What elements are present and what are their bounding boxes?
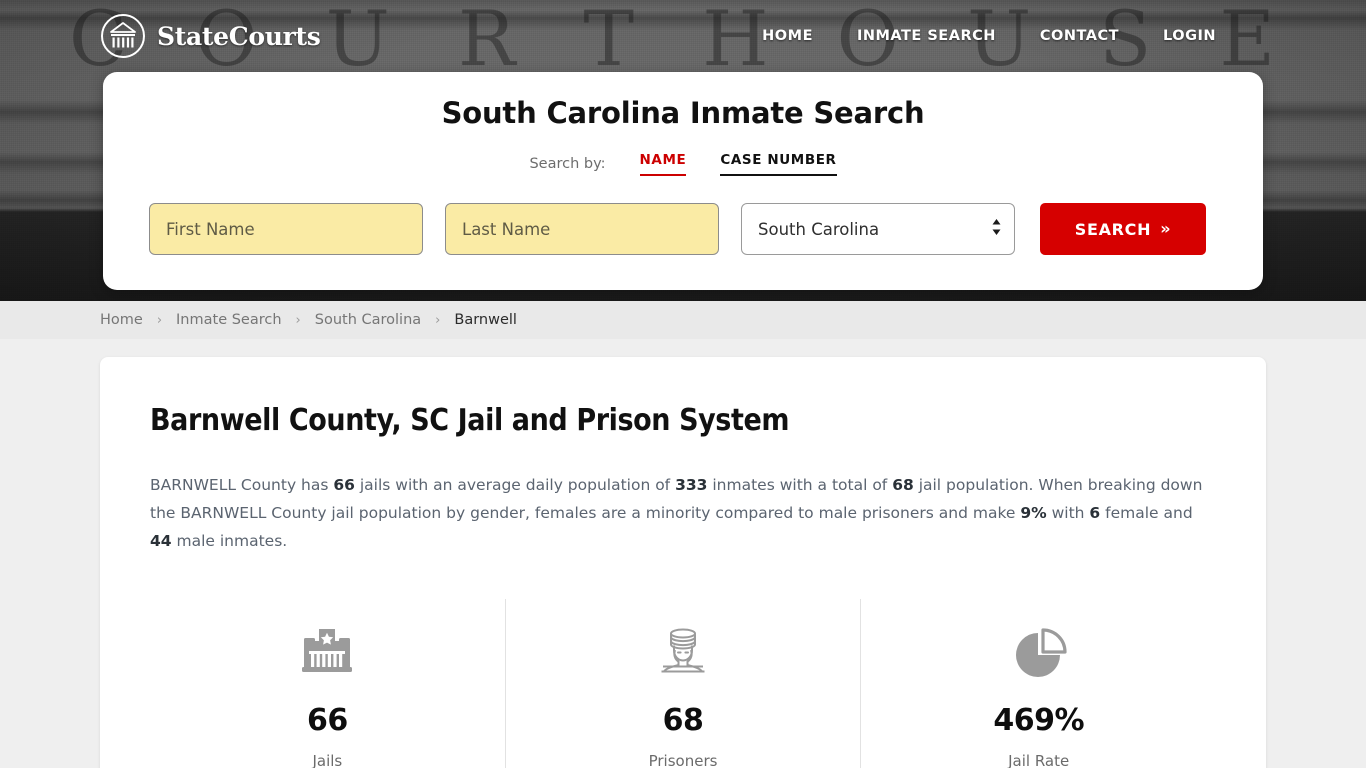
nav-link-inmate-search[interactable]: INMATE SEARCH: [857, 28, 996, 44]
stat-value-prisoners: 68: [662, 703, 704, 738]
state-select-wrapper: South Carolina: [741, 203, 1015, 255]
breadcrumb-item-home[interactable]: Home: [100, 312, 143, 328]
prisoner-icon: [506, 619, 861, 685]
intro-text: with: [1046, 504, 1090, 522]
search-button-label: SEARCH: [1074, 219, 1152, 239]
tab-name[interactable]: NAME: [639, 152, 687, 176]
breadcrumb-item-south-carolina[interactable]: South Carolina: [315, 312, 421, 328]
stat-value-jails: 66: [306, 703, 348, 738]
breadcrumb-separator-icon: ›: [295, 312, 301, 328]
intro-text: female and: [1100, 504, 1193, 522]
breadcrumb: Home › Inmate Search › South Carolina › …: [0, 301, 1366, 339]
stat-label-jails: Jails: [312, 752, 343, 768]
nav-link-contact[interactable]: CONTACT: [1040, 28, 1119, 44]
first-name-input[interactable]: [149, 203, 423, 255]
top-navigation-bar: StateCourts HOME INMATE SEARCH CONTACT L…: [0, 0, 1366, 72]
last-name-input[interactable]: [445, 203, 719, 255]
page-title: Barnwell County, SC Jail and Prison Syst…: [150, 403, 790, 438]
search-by-tabs: Search by: NAME CASE NUMBER: [149, 152, 1217, 176]
intro-daily-population: 333: [675, 476, 708, 494]
content-area: Barnwell County, SC Jail and Prison Syst…: [0, 339, 1366, 768]
stat-value-jail-rate: 469%: [993, 703, 1085, 738]
intro-text: inmates with a total of: [707, 476, 893, 494]
brand-name: StateCourts: [157, 21, 321, 51]
intro-text: jails with an average daily population o…: [354, 476, 676, 494]
breadcrumb-separator-icon: ›: [156, 312, 163, 328]
stat-label-prisoners: Prisoners: [648, 752, 718, 768]
county-info-card: Barnwell County, SC Jail and Prison Syst…: [100, 357, 1266, 768]
stats-row: 66 Jails 68 Prisoners 469% Jail Rate: [150, 599, 1216, 768]
search-form: South Carolina SEARCH »: [149, 203, 1217, 255]
stat-prisoners: 68 Prisoners: [504, 599, 861, 768]
intro-text: male inmates.: [171, 532, 288, 550]
intro-female-percent: 9%: [1020, 504, 1047, 522]
breadcrumb-item-barnwell: Barnwell: [454, 312, 517, 328]
breadcrumb-item-inmate-search[interactable]: Inmate Search: [176, 312, 282, 328]
nav-link-login[interactable]: LOGIN: [1163, 28, 1216, 44]
intro-female-count: 6: [1089, 504, 1101, 522]
county-intro-paragraph: BARNWELL County has 66 jails with an ave…: [150, 471, 1216, 555]
inmate-search-card: South Carolina Inmate Search Search by: …: [103, 72, 1263, 290]
main-nav: HOME INMATE SEARCH CONTACT LOGIN: [762, 28, 1216, 44]
nav-link-home[interactable]: HOME: [762, 28, 813, 44]
courthouse-circle-logo-icon: [100, 13, 146, 59]
jail-building-icon: [150, 619, 505, 685]
intro-total-population: 68: [892, 476, 914, 494]
intro-jails-count: 66: [333, 476, 355, 494]
breadcrumb-separator-icon: ›: [435, 312, 441, 328]
stat-jails: 66 Jails: [150, 599, 505, 768]
search-by-label: Search by:: [529, 156, 606, 172]
double-chevron-right-icon: »: [1160, 219, 1172, 238]
brand-logo-link[interactable]: StateCourts: [100, 13, 321, 59]
intro-male-count: 44: [150, 532, 172, 550]
stat-jail-rate: 469% Jail Rate: [860, 599, 1216, 768]
search-card-title: South Carolina Inmate Search: [441, 96, 925, 130]
tab-case-number[interactable]: CASE NUMBER: [720, 152, 837, 176]
stat-label-jail-rate: Jail Rate: [1008, 752, 1070, 768]
state-select[interactable]: South Carolina: [741, 203, 1015, 255]
hero-header: C O U R T H O U S E StateCourts HOME: [0, 0, 1366, 301]
intro-text: BARNWELL County has: [150, 476, 334, 494]
pie-chart-icon: [861, 619, 1216, 685]
search-button[interactable]: SEARCH »: [1040, 203, 1206, 255]
